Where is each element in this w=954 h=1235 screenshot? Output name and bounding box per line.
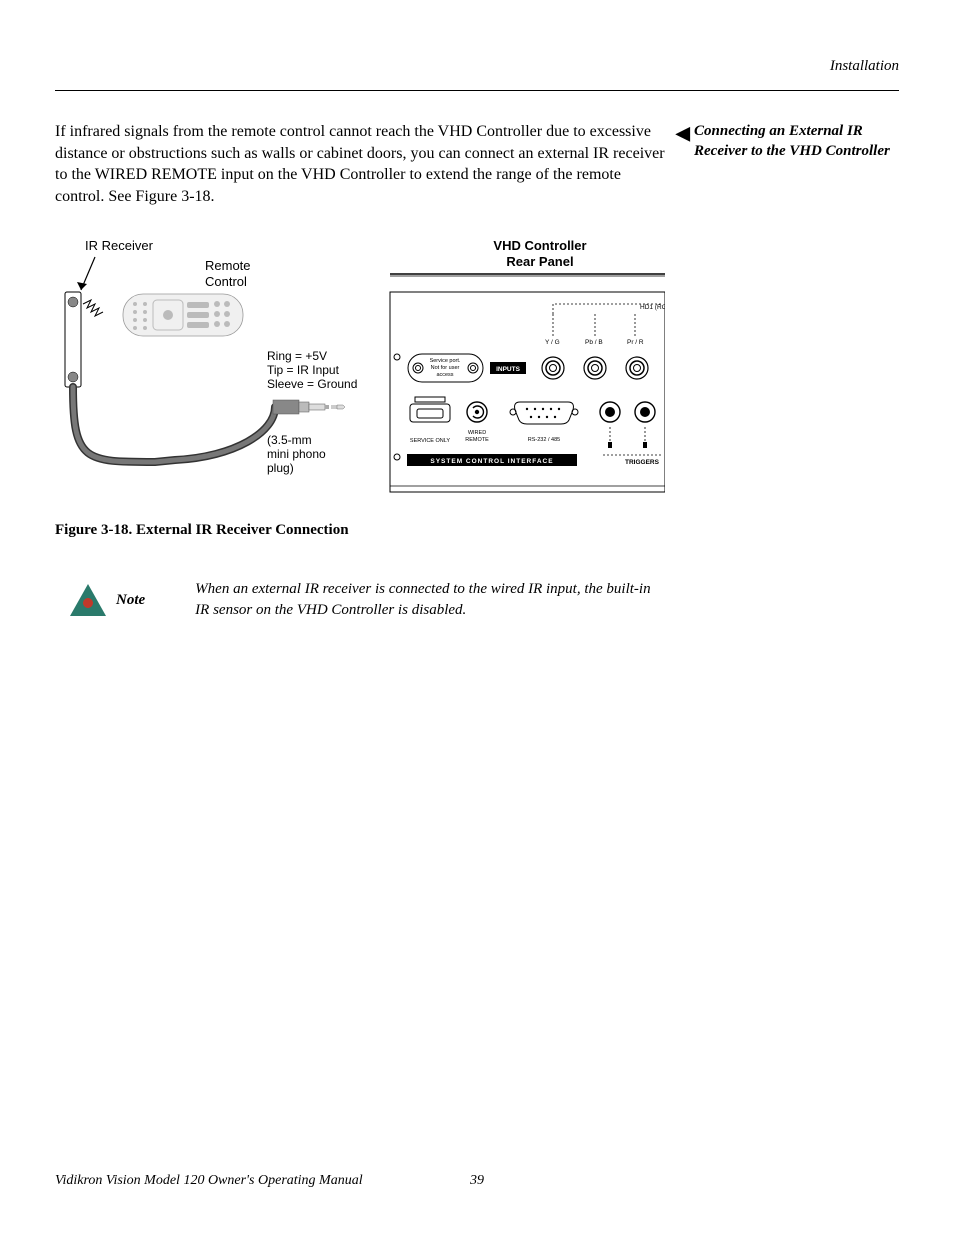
signal-tip: Tip = IR Input (267, 363, 340, 377)
prr-label: Pr / R (627, 339, 644, 346)
note-text: When an external IR receiver is connecte… (195, 579, 655, 621)
plug-label-2: mini phono (267, 447, 326, 461)
wired-remote-2: REMOTE (465, 437, 489, 443)
phono-plug-icon (273, 400, 345, 414)
plug-label-3: plug) (267, 461, 294, 475)
header-rule (55, 90, 899, 91)
panel-title-2: Rear Panel (506, 254, 573, 269)
remote-label-1: Remote (205, 258, 251, 273)
warning-triangle-icon (70, 584, 106, 616)
footer-page: 39 (470, 1173, 484, 1189)
hd1-label: HD1 (RG (640, 304, 665, 311)
side-heading: ◀ Connecting an External IR Receiver to … (694, 121, 899, 207)
signal-sleeve: Sleeve = Ground (267, 377, 357, 391)
triggers-label: TRIGGERS (625, 459, 660, 466)
panel-title-1: VHD Controller (493, 238, 586, 253)
service-port-1: Service port. (430, 358, 461, 364)
diagram-svg: IR Receiver Remote Control (55, 232, 665, 502)
note-label: Note (116, 592, 145, 609)
service-port-3: access (436, 372, 453, 378)
arrow-left-icon: ◀ (676, 121, 690, 145)
figure-caption: Figure 3-18. External IR Receiver Connec… (55, 522, 899, 539)
remote-label-2: Control (205, 274, 247, 289)
wired-remote-1: WIRED (468, 430, 486, 436)
sys-ctrl-label: SYSTEM CONTROL INTERFACE (430, 458, 553, 465)
figure-3-18: IR Receiver Remote Control (55, 232, 899, 502)
pbb-label: Pb / B (585, 339, 603, 346)
signal-ring: Ring = +5V (267, 349, 327, 363)
plug-label-1: (3.5-mm (267, 433, 312, 447)
side-heading-text: Connecting an External IR Receiver to th… (694, 123, 890, 159)
inputs-label: INPUTS (496, 366, 521, 373)
rs232-label: RS-232 / 485 (528, 437, 560, 443)
header-section: Installation (55, 58, 899, 75)
note-block: Note When an external IR receiver is con… (55, 579, 899, 621)
service-port-2: Not for user (431, 365, 460, 371)
ir-receiver-label: IR Receiver (85, 238, 154, 253)
yg-label: Y / G (545, 339, 560, 346)
service-only: SERVICE ONLY (410, 438, 450, 444)
body-paragraph: If infrared signals from the remote cont… (55, 121, 674, 207)
